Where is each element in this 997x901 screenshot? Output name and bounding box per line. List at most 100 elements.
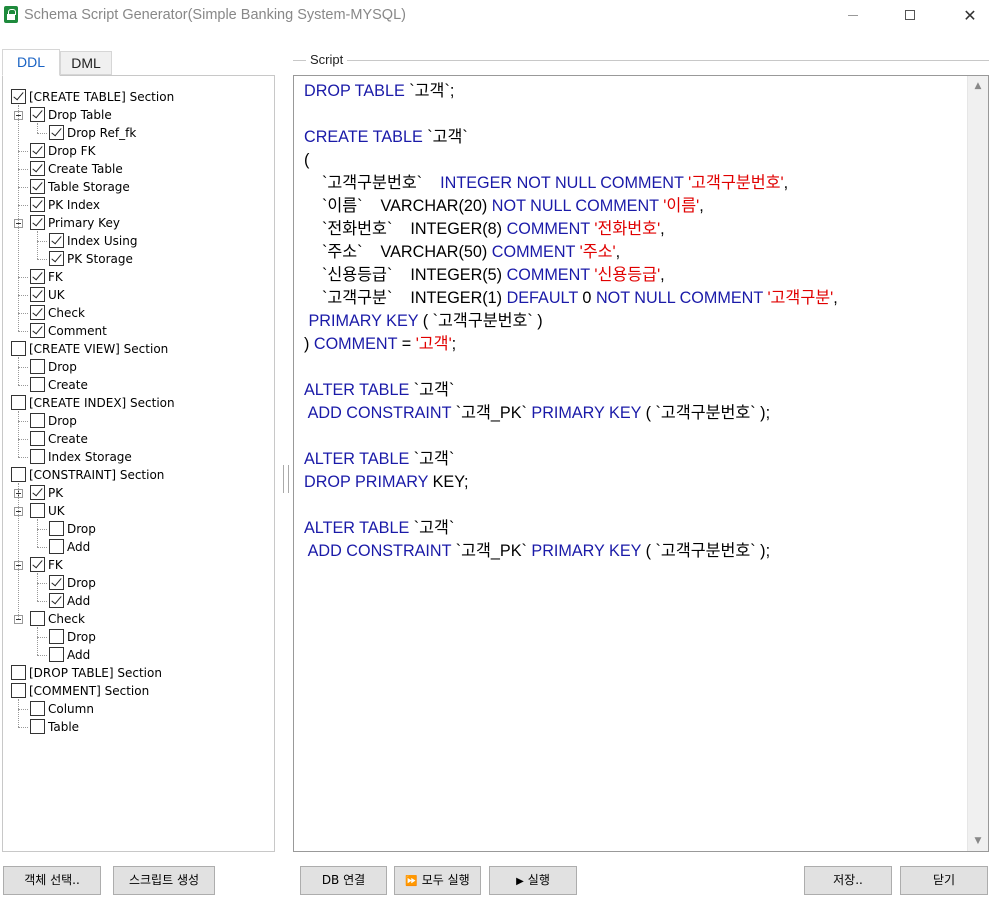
checked-checkbox[interactable] (30, 179, 45, 194)
unchecked-checkbox[interactable] (49, 647, 64, 662)
tree-item[interactable]: FK (3, 268, 273, 286)
tree-item[interactable]: Column (3, 700, 273, 718)
tree-item[interactable]: Drop FK (3, 142, 273, 160)
tree-item[interactable]: Primary Key (3, 214, 273, 232)
unchecked-checkbox[interactable] (30, 611, 45, 626)
tree-item[interactable]: Table Storage (3, 178, 273, 196)
unchecked-checkbox[interactable] (30, 431, 45, 446)
tree-item[interactable]: [CREATE VIEW] Section (3, 340, 273, 358)
tree-item[interactable]: [COMMENT] Section (3, 682, 273, 700)
unchecked-checkbox[interactable] (30, 503, 45, 518)
tree-item[interactable]: PK (3, 484, 273, 502)
checked-checkbox[interactable] (49, 251, 64, 266)
tree-item[interactable]: Create (3, 376, 273, 394)
tree-item[interactable]: Add (3, 592, 273, 610)
tree-item[interactable]: Index Using (3, 232, 273, 250)
unchecked-checkbox[interactable] (11, 341, 26, 356)
tree-item[interactable]: [CONSTRAINT] Section (3, 466, 273, 484)
tree-item[interactable]: Check (3, 304, 273, 322)
sql-keyword: ADD CONSTRAINT (307, 542, 452, 560)
scroll-up-icon[interactable]: ▲ (968, 76, 988, 96)
tree-item[interactable]: PK Storage (3, 250, 273, 268)
checked-checkbox[interactable] (30, 107, 45, 122)
unchecked-checkbox[interactable] (11, 683, 26, 698)
unchecked-checkbox[interactable] (49, 539, 64, 554)
unchecked-checkbox[interactable] (11, 395, 26, 410)
tree-item[interactable]: Create Table (3, 160, 273, 178)
tree-item[interactable]: Comment (3, 322, 273, 340)
vertical-scrollbar[interactable]: ▲ ▼ (967, 76, 988, 851)
checked-checkbox[interactable] (49, 593, 64, 608)
script-text[interactable]: DROP TABLE `고객`; CREATE TABLE `고객` ( `고객구… (304, 80, 838, 563)
checked-checkbox[interactable] (30, 287, 45, 302)
unchecked-checkbox[interactable] (30, 413, 45, 428)
scrollbar-thumb[interactable] (970, 96, 985, 829)
tree-item[interactable]: Drop (3, 412, 273, 430)
tree-item[interactable]: [CREATE TABLE] Section (3, 88, 273, 106)
unchecked-checkbox[interactable] (30, 359, 45, 374)
checked-checkbox[interactable] (30, 557, 45, 572)
checked-checkbox[interactable] (30, 215, 45, 230)
tree-item[interactable]: PK Index (3, 196, 273, 214)
tree-item[interactable]: Drop Ref_fk (3, 124, 273, 142)
tree-item[interactable]: [DROP TABLE] Section (3, 664, 273, 682)
save-button[interactable]: 저장.. (804, 866, 892, 895)
tree-item[interactable]: Drop (3, 574, 273, 592)
checked-checkbox[interactable] (30, 305, 45, 320)
checked-checkbox[interactable] (30, 269, 45, 284)
minimize-icon[interactable] (830, 0, 876, 32)
tree-item[interactable]: Drop (3, 358, 273, 376)
tree-connector (37, 133, 47, 134)
checked-checkbox[interactable] (11, 89, 26, 104)
run-button[interactable]: ▶ 실행 (489, 866, 577, 895)
unchecked-checkbox[interactable] (11, 665, 26, 680)
tree-item-label: Table Storage (48, 180, 130, 194)
tree-item[interactable]: Index Storage (3, 448, 273, 466)
scroll-down-icon[interactable]: ▼ (968, 831, 988, 851)
unchecked-checkbox[interactable] (30, 449, 45, 464)
tree-item[interactable]: Create (3, 430, 273, 448)
generate-script-button[interactable]: 스크립트 생성 (113, 866, 215, 895)
checked-checkbox[interactable] (30, 197, 45, 212)
unchecked-checkbox[interactable] (30, 719, 45, 734)
tree-item[interactable]: [CREATE INDEX] Section (3, 394, 273, 412)
tree-item[interactable]: Check (3, 610, 273, 628)
tree-item[interactable]: UK (3, 502, 273, 520)
tree-item-label: PK Index (48, 198, 100, 212)
unchecked-checkbox[interactable] (30, 701, 45, 716)
tree-item[interactable]: Drop Table (3, 106, 273, 124)
unchecked-checkbox[interactable] (11, 467, 26, 482)
checked-checkbox[interactable] (30, 161, 45, 176)
checked-checkbox[interactable] (30, 143, 45, 158)
close-button[interactable]: 닫기 (900, 866, 988, 895)
checked-checkbox[interactable] (30, 323, 45, 338)
run-all-button[interactable]: ⏩ 모두 실행 (394, 866, 481, 895)
select-objects-button[interactable]: 객체 선택.. (3, 866, 101, 895)
tree-item[interactable]: Drop (3, 628, 273, 646)
unchecked-checkbox[interactable] (30, 377, 45, 392)
checked-checkbox[interactable] (49, 125, 64, 140)
tree-item-label: Column (48, 702, 94, 716)
tree-connector (18, 105, 19, 331)
unchecked-checkbox[interactable] (49, 521, 64, 536)
tab-ddl[interactable]: DDL (2, 49, 60, 76)
maximize-icon[interactable] (888, 0, 934, 32)
tree-item[interactable]: UK (3, 286, 273, 304)
tree-item[interactable]: FK (3, 556, 273, 574)
tree-item[interactable]: Drop (3, 520, 273, 538)
splitter-handle[interactable] (283, 465, 289, 493)
tree-item[interactable]: Table (3, 718, 273, 736)
checked-checkbox[interactable] (30, 485, 45, 500)
unchecked-checkbox[interactable] (49, 629, 64, 644)
checked-checkbox[interactable] (49, 233, 64, 248)
script-editor[interactable]: DROP TABLE `고객`; CREATE TABLE `고객` ( `고객구… (293, 75, 989, 852)
title-bar: Schema Script Generator(Simple Banking S… (0, 0, 997, 32)
tab-dml[interactable]: DML (60, 51, 112, 75)
tree-item[interactable]: Add (3, 646, 273, 664)
close-icon[interactable]: ✕ (947, 0, 993, 32)
tree-item[interactable]: Add (3, 538, 273, 556)
run-label: 실행 (527, 873, 550, 887)
db-connect-button[interactable]: DB 연결 (300, 866, 387, 895)
script-line (304, 494, 838, 517)
checked-checkbox[interactable] (49, 575, 64, 590)
